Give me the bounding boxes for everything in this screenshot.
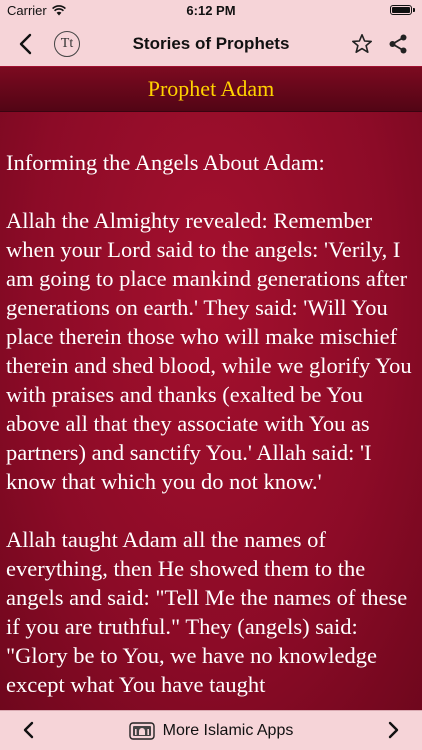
bottom-toolbar: More Islamic Apps — [0, 710, 422, 750]
page-title: Stories of Prophets — [132, 34, 290, 53]
chapter-title: Prophet Adam — [0, 66, 422, 112]
story-paragraph: Allah the Almighty revealed: Remember wh… — [6, 208, 412, 494]
more-apps-label[interactable]: More Islamic Apps — [163, 722, 294, 740]
chevron-left-icon[interactable] — [14, 31, 40, 57]
chevron-right-icon[interactable] — [382, 719, 404, 741]
mosque-app-icon[interactable] — [128, 721, 155, 740]
story-text: Informing the Angels About Adam: Allah t… — [0, 112, 422, 699]
more-islamic-apps-button[interactable]: More Islamic Apps — [0, 711, 422, 750]
story-paragraph: Allah taught Adam all the names of every… — [6, 527, 408, 697]
story-content[interactable]: Informing the Angels About Adam: Allah t… — [0, 112, 422, 710]
battery-icon — [390, 5, 412, 15]
chevron-left-icon[interactable] — [18, 719, 40, 741]
story-paragraph: Informing the Angels About Adam: — [6, 150, 325, 175]
status-bar: Carrier 6:12 PM — [0, 0, 422, 22]
battery-level — [392, 7, 410, 13]
star-outline-icon[interactable] — [350, 32, 374, 56]
navigation-bar: Tt Stories of Prophets — [0, 22, 422, 66]
text-size-icon[interactable]: Tt — [54, 31, 80, 57]
battery-tip — [413, 8, 415, 12]
status-time: 6:12 PM — [186, 3, 236, 18]
share-icon[interactable] — [386, 32, 410, 56]
